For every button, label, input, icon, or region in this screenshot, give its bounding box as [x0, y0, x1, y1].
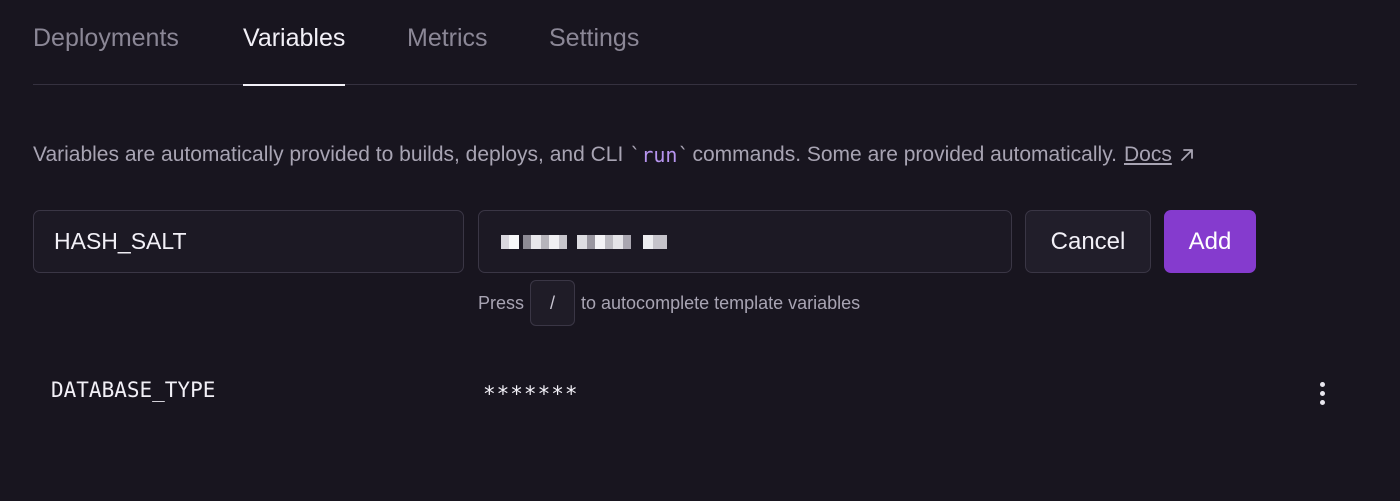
tab-metrics[interactable]: Metrics	[407, 24, 488, 85]
tab-bar: Deployments Variables Metrics Settings	[33, 0, 1357, 86]
tab-deployments[interactable]: Deployments	[33, 24, 179, 85]
variable-name-value: HASH_SALT	[54, 228, 187, 254]
tab-settings[interactable]: Settings	[549, 24, 639, 85]
variables-description: Variables are automatically provided to …	[33, 140, 1196, 170]
description-text: Variables are automatically provided to …	[33, 143, 624, 166]
variable-name: DATABASE_TYPE	[51, 378, 216, 402]
variable-value-input[interactable]	[478, 210, 1012, 273]
external-link-icon	[1180, 149, 1193, 161]
run-code: `run`	[629, 143, 690, 167]
variable-row[interactable]: DATABASE_TYPE *******	[33, 360, 1357, 424]
variables-page: Deployments Variables Metrics Settings V…	[0, 0, 1400, 501]
add-button[interactable]: Add	[1164, 210, 1256, 273]
hint-text-after: to autocomplete template variables	[581, 292, 861, 313]
variable-value: *******	[483, 382, 579, 406]
hint-text-before: Press	[478, 292, 525, 313]
variable-name-input[interactable]: HASH_SALT	[33, 210, 464, 273]
more-options-icon[interactable]	[1310, 378, 1334, 408]
description-text-after: commands. Some are provided automaticall…	[692, 143, 1117, 166]
autocomplete-hint: Press / to autocomplete template variabl…	[478, 280, 860, 326]
cancel-button[interactable]: Cancel	[1025, 210, 1151, 273]
slash-key: /	[530, 280, 576, 326]
redacted-value	[499, 234, 667, 249]
tab-variables[interactable]: Variables	[243, 24, 346, 86]
docs-link[interactable]: Docs	[1124, 143, 1172, 167]
